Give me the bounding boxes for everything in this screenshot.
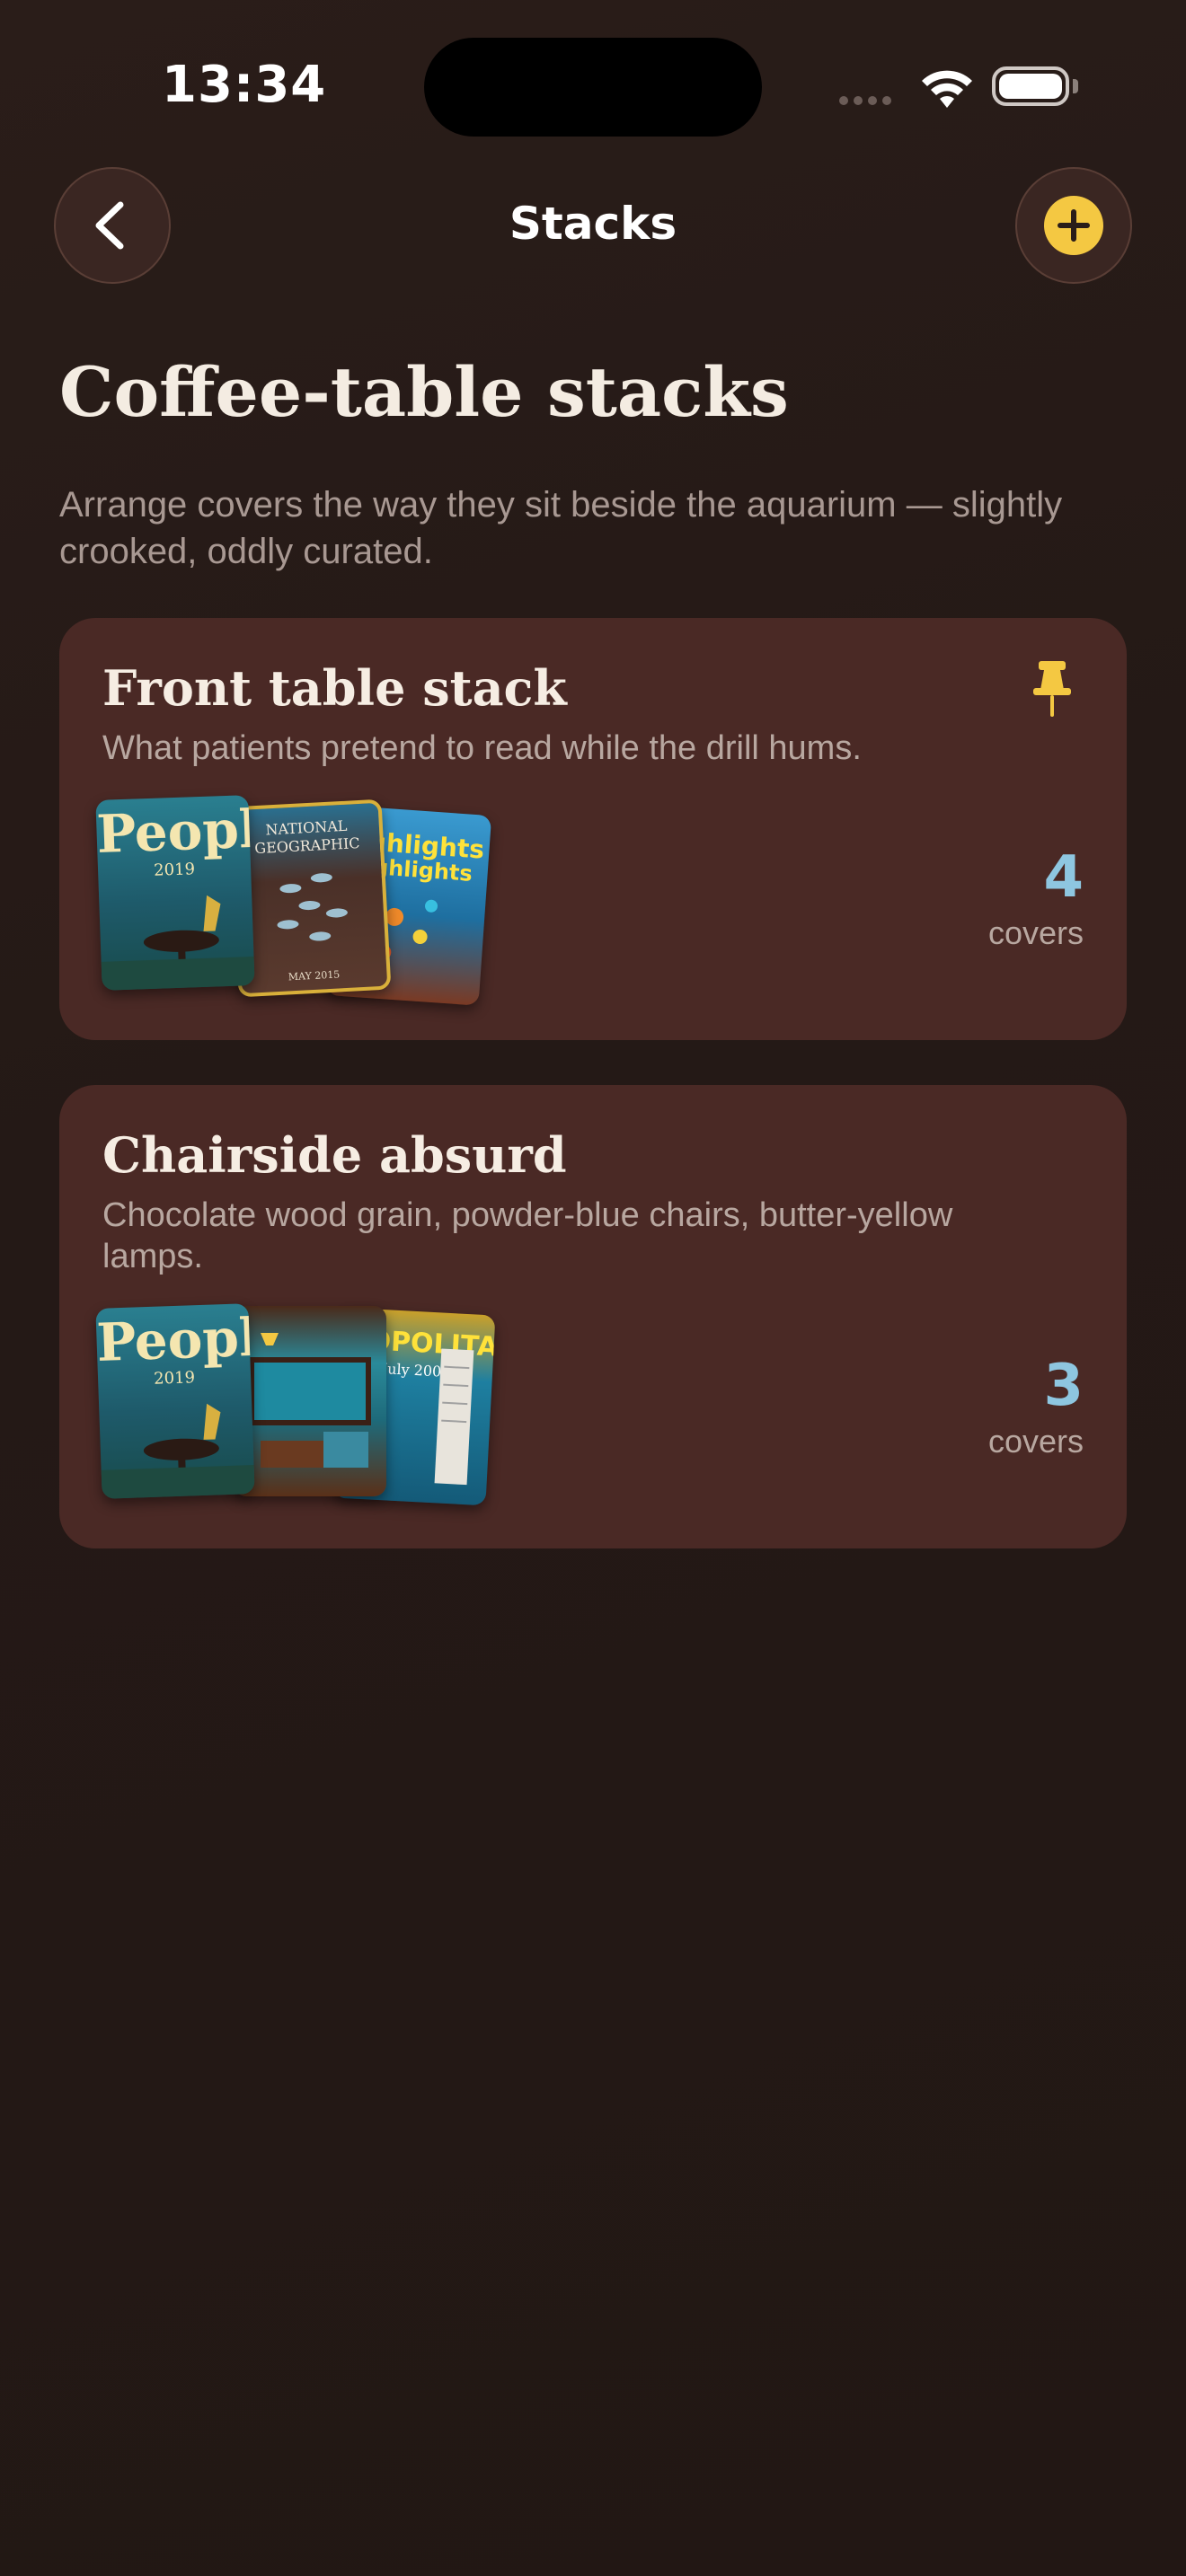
status-bar: 13:34	[0, 0, 1186, 171]
cover-count: 4 covers	[987, 844, 1084, 951]
cover-stack: MOPOLITA July 2008 People 2019	[95, 1303, 496, 1513]
plus-circle-icon	[1044, 196, 1103, 255]
wifi-icon	[922, 70, 972, 108]
cellular-signal-icon	[839, 93, 897, 110]
nav-title: Stacks	[509, 198, 677, 250]
dynamic-island	[424, 38, 762, 137]
stack-description: Chocolate wood grain, powder-blue chairs…	[102, 1196, 953, 1275]
page-title: Coffee-table stacks	[59, 352, 789, 432]
battery-icon	[992, 66, 1069, 106]
stack-card[interactable]: Front table stack What patients pretend …	[59, 618, 1127, 1040]
add-stack-button[interactable]	[1015, 167, 1132, 284]
stack-title: Chairside absurd	[102, 1126, 567, 1184]
status-time: 13:34	[162, 56, 327, 114]
magazine-cover	[234, 1306, 386, 1496]
stack-description: What patients pretend to read while the …	[102, 729, 862, 767]
magazine-cover: People 2019	[95, 795, 255, 991]
cover-stack: highlights highlights NATIONAL GEOGRAPHI…	[95, 795, 492, 1006]
stack-card[interactable]: Chairside absurd Chocolate wood grain, p…	[59, 1085, 1127, 1548]
pin-icon[interactable]	[1030, 659, 1075, 719]
magazine-cover: People 2019	[95, 1303, 255, 1499]
cover-count: 3 covers	[987, 1353, 1084, 1460]
stack-title: Front table stack	[102, 659, 567, 717]
page-subtitle: Arrange covers the way they sit beside t…	[59, 485, 1063, 571]
